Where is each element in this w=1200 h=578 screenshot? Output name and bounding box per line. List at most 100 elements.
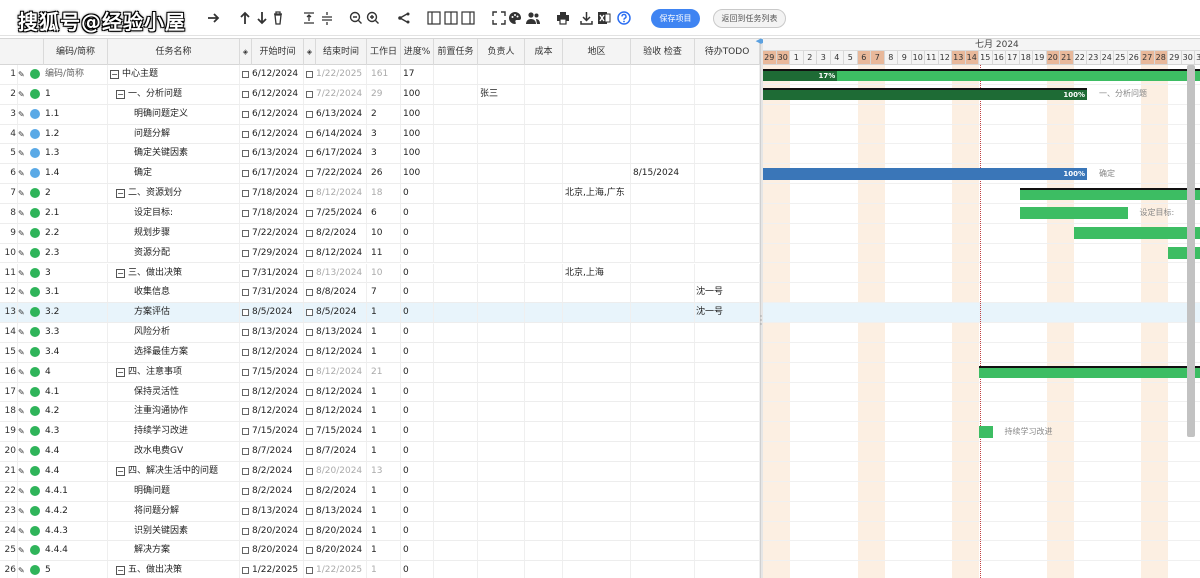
cost[interactable] xyxy=(525,521,563,541)
cost[interactable] xyxy=(525,144,563,164)
end-checkbox[interactable] xyxy=(304,442,316,461)
gantt-row[interactable] xyxy=(763,561,1200,578)
end-checkbox[interactable] xyxy=(304,422,316,441)
gantt-bar[interactable] xyxy=(1168,247,1200,260)
area[interactable] xyxy=(563,521,631,541)
header-end[interactable]: 结束时间 xyxy=(316,39,367,65)
owner[interactable] xyxy=(478,263,525,283)
start-date[interactable]: 8/13/2024 xyxy=(252,323,304,343)
gantt-row[interactable] xyxy=(763,482,1200,502)
edit-pencil-icon[interactable]: ✎ xyxy=(18,283,28,302)
gantt-row[interactable] xyxy=(763,402,1200,423)
header-predecessor[interactable]: 前置任务 xyxy=(434,39,478,65)
edit-pencil-icon[interactable]: ✎ xyxy=(18,442,28,461)
save-project-button[interactable]: 保存项目 xyxy=(651,9,700,28)
owner[interactable] xyxy=(478,184,525,204)
area[interactable] xyxy=(563,323,631,343)
task-name[interactable]: 资源分配 xyxy=(108,243,240,263)
table-row[interactable]: 5 ✎ 1.3 确定关键因素 6/13/2024 6/17/2024 3 100 xyxy=(0,144,760,165)
task-code[interactable]: 2.3 xyxy=(44,243,108,263)
task-name[interactable]: 改水电费GV xyxy=(108,442,240,462)
help-icon[interactable] xyxy=(617,9,631,27)
predecessor[interactable] xyxy=(434,144,478,164)
start-date[interactable]: 6/13/2024 xyxy=(252,144,304,164)
vertical-scrollbar[interactable] xyxy=(1187,65,1195,437)
gantt-bar[interactable] xyxy=(1073,227,1200,240)
task-name[interactable]: 风险分析 xyxy=(108,323,240,343)
gantt-row[interactable] xyxy=(763,125,1200,145)
start-date[interactable]: 7/22/2024 xyxy=(252,223,304,243)
cost[interactable] xyxy=(525,422,563,442)
end-checkbox[interactable] xyxy=(304,343,316,362)
check-date[interactable] xyxy=(631,442,695,462)
cost[interactable] xyxy=(525,561,563,578)
start-checkbox[interactable] xyxy=(240,303,252,322)
expand-all-icon[interactable] xyxy=(320,9,334,27)
start-date[interactable]: 1/22/2025 xyxy=(252,561,304,578)
owner[interactable] xyxy=(478,323,525,343)
check-date[interactable] xyxy=(631,323,695,343)
start-date[interactable]: 7/29/2024 xyxy=(252,243,304,263)
task-name[interactable]: 问题分解 xyxy=(108,124,240,144)
task-name[interactable]: 注重沟通协作 xyxy=(108,402,240,422)
owner[interactable] xyxy=(478,362,525,382)
owner[interactable] xyxy=(478,243,525,263)
task-code[interactable]: 4.4.3 xyxy=(44,521,108,541)
duration[interactable]: 3 xyxy=(367,144,401,164)
area[interactable] xyxy=(563,303,631,323)
edit-pencil-icon[interactable]: ✎ xyxy=(18,561,28,578)
area[interactable] xyxy=(563,223,631,243)
collapse-all-icon[interactable] xyxy=(302,9,316,27)
predecessor[interactable] xyxy=(434,283,478,303)
table-row[interactable]: 24 ✎ 4.4.3 识别关键因素 8/20/2024 8/20/2024 1 0 xyxy=(0,521,760,542)
start-date[interactable]: 8/2/2024 xyxy=(252,462,304,481)
area[interactable] xyxy=(563,84,631,104)
duration[interactable]: 1 xyxy=(367,541,401,561)
start-date[interactable]: 8/20/2024 xyxy=(252,541,304,561)
cost[interactable] xyxy=(525,442,563,462)
todo[interactable] xyxy=(695,243,760,263)
task-code[interactable]: 1.1 xyxy=(44,104,108,124)
header-check[interactable]: 验收 检查 xyxy=(631,39,695,65)
owner[interactable] xyxy=(478,203,525,223)
task-code[interactable]: 3 xyxy=(44,263,108,283)
progress[interactable]: 0 xyxy=(401,342,434,362)
check-date[interactable] xyxy=(631,382,695,402)
end-checkbox[interactable] xyxy=(304,363,316,382)
end-checkbox[interactable] xyxy=(304,383,316,402)
start-checkbox[interactable] xyxy=(240,144,252,163)
gantt-row[interactable] xyxy=(763,144,1200,165)
progress[interactable]: 0 xyxy=(401,382,434,402)
end-date[interactable]: 8/7/2024 xyxy=(316,442,367,462)
start-checkbox[interactable] xyxy=(240,383,252,402)
end-date[interactable]: 7/22/2024 xyxy=(316,84,367,104)
progress[interactable]: 0 xyxy=(401,362,434,382)
cost[interactable] xyxy=(525,541,563,561)
area[interactable] xyxy=(563,203,631,223)
edit-pencil-icon[interactable]: ✎ xyxy=(18,264,28,283)
start-checkbox[interactable] xyxy=(240,204,252,223)
duration[interactable]: 1 xyxy=(367,561,401,578)
edit-pencil-icon[interactable]: ✎ xyxy=(18,541,28,560)
task-code[interactable]: 1 xyxy=(44,84,108,104)
check-date[interactable] xyxy=(631,521,695,541)
predecessor[interactable] xyxy=(434,263,478,283)
cost[interactable] xyxy=(525,382,563,402)
cost[interactable] xyxy=(525,124,563,144)
table-row[interactable]: 15 ✎ 3.4 选择最佳方案 8/12/2024 8/12/2024 1 0 xyxy=(0,342,760,363)
start-checkbox[interactable] xyxy=(240,224,252,243)
predecessor[interactable] xyxy=(434,223,478,243)
end-checkbox[interactable] xyxy=(304,283,316,302)
task-name[interactable]: − 四、解决生活中的问题 xyxy=(108,462,240,481)
header-code[interactable]: 编码/简称 xyxy=(44,39,108,65)
progress[interactable]: 0 xyxy=(401,303,434,323)
collapse-toggle-icon[interactable]: − xyxy=(116,566,125,576)
progress[interactable]: 0 xyxy=(401,481,434,501)
progress[interactable]: 0 xyxy=(401,283,434,303)
progress[interactable]: 0 xyxy=(401,501,434,521)
progress[interactable]: 0 xyxy=(401,541,434,561)
task-code[interactable]: 4.1 xyxy=(44,382,108,402)
task-code[interactable]: 4.4.2 xyxy=(44,501,108,521)
table-row[interactable]: 23 ✎ 4.4.2 将问题分解 8/13/2024 8/13/2024 1 0 xyxy=(0,501,760,522)
end-checkbox[interactable] xyxy=(304,184,316,203)
